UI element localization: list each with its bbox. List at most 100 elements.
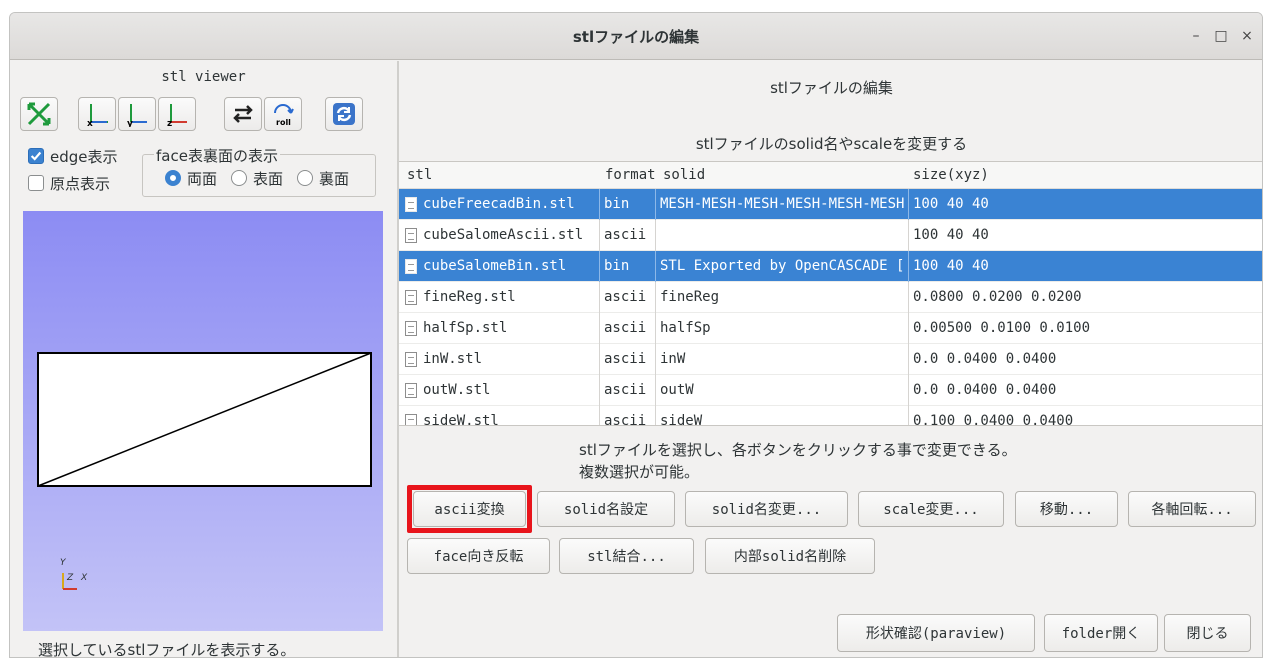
cell-stl: fineReg.stl bbox=[423, 289, 516, 305]
radio-back[interactable] bbox=[297, 170, 313, 186]
instruction-line-1: stlファイルを選択し、各ボタンをクリックする事で変更できる。 bbox=[579, 441, 1017, 459]
col-format[interactable]: format bbox=[605, 167, 656, 183]
stl-edit-panel: stlファイルの編集 stlファイルのsolid名やscaleを変更する stl… bbox=[399, 61, 1262, 657]
open-folder-button[interactable]: folder開く bbox=[1044, 614, 1158, 652]
edge-label: edge表示 bbox=[50, 148, 118, 166]
stl-join-button[interactable]: stl結合... bbox=[559, 538, 694, 574]
stl-shape-render bbox=[37, 352, 372, 590]
cell-solid: MESH-MESH-MESH-MESH-MESH-MESH bbox=[655, 189, 908, 220]
ascii-convert-button[interactable]: ascii変換 bbox=[413, 491, 526, 527]
edge-checkbox[interactable] bbox=[28, 148, 44, 164]
stl-viewer-panel: stl viewer x y z roll edge表示 原点表示 face表裏… bbox=[10, 61, 397, 658]
cell-size: 100 40 40 bbox=[908, 220, 1258, 251]
close-button[interactable]: 閉じる bbox=[1164, 614, 1251, 652]
radio-front-label: 表面 bbox=[253, 170, 284, 188]
radio-front[interactable] bbox=[231, 170, 247, 186]
table-row[interactable]: halfSp.stl ascii halfSp 0.00500 0.0100 0… bbox=[399, 313, 1262, 344]
viewer-footer: 選択しているstlファイルを表示する。 bbox=[38, 641, 296, 658]
face-group-label: face表裏面の表示 bbox=[154, 145, 280, 166]
instruction-line-2: 複数選択が可能。 bbox=[579, 463, 700, 481]
cell-solid: halfSp bbox=[655, 313, 908, 344]
cell-solid: STL Exported by OpenCASCADE [ bbox=[655, 251, 908, 282]
solid-name-set-button[interactable]: solid名設定 bbox=[537, 491, 675, 527]
file-icon bbox=[405, 197, 417, 212]
cell-stl: cubeSalomeAscii.stl bbox=[423, 227, 584, 243]
view-z-axis-button[interactable]: z bbox=[158, 97, 196, 131]
cell-size: 0.0 0.0400 0.0400 bbox=[908, 344, 1258, 375]
col-stl[interactable]: stl bbox=[407, 167, 432, 183]
scale-change-button[interactable]: scale変更... bbox=[858, 491, 1004, 527]
radio-back-label: 裏面 bbox=[319, 170, 350, 188]
refresh-icon bbox=[333, 103, 355, 125]
svg-text:x: x bbox=[87, 119, 93, 127]
cell-size: 0.00500 0.0100 0.0100 bbox=[908, 313, 1258, 344]
table-row[interactable]: inW.stl ascii inW 0.0 0.0400 0.0400 bbox=[399, 344, 1262, 375]
file-icon bbox=[405, 352, 417, 367]
file-icon bbox=[405, 290, 417, 305]
z-axis-icon: z bbox=[167, 104, 187, 127]
flip-face-button[interactable]: face向き反転 bbox=[407, 538, 550, 574]
cell-stl: cubeFreecadBin.stl bbox=[423, 196, 575, 212]
origin-label: 原点表示 bbox=[50, 175, 111, 193]
cell-format: ascii bbox=[599, 313, 655, 344]
maximize-button[interactable]: □ bbox=[1210, 25, 1232, 47]
cell-size: 0.0800 0.0200 0.0200 bbox=[908, 282, 1258, 313]
y-axis-icon: y bbox=[127, 104, 147, 127]
table-row[interactable]: outW.stl ascii outW 0.0 0.0400 0.0400 bbox=[399, 375, 1262, 406]
file-icon bbox=[405, 321, 417, 336]
axis-y-label: Y bbox=[60, 558, 66, 568]
svg-text:roll: roll bbox=[276, 118, 291, 127]
svg-text:z: z bbox=[167, 119, 172, 127]
swap-view-button[interactable] bbox=[224, 97, 262, 131]
radio-both[interactable] bbox=[165, 170, 181, 186]
table-row[interactable]: cubeFreecadBin.stl bin MESH-MESH-MESH-ME… bbox=[399, 189, 1262, 220]
cell-size: 100 40 40 bbox=[908, 251, 1258, 282]
cell-solid: fineReg bbox=[655, 282, 908, 313]
rotate-axes-button[interactable]: 各軸回転... bbox=[1128, 491, 1256, 527]
file-icon bbox=[405, 414, 417, 425]
cell-solid bbox=[655, 220, 908, 251]
reload-button[interactable] bbox=[325, 97, 363, 131]
stl-table[interactable]: stl format solid size(xyz) cubeFreecadBi… bbox=[399, 161, 1262, 426]
solid-name-change-button[interactable]: solid名変更... bbox=[685, 491, 848, 527]
window-title: stlファイルの編集 bbox=[572, 28, 700, 46]
3d-viewport[interactable]: Y Z X bbox=[23, 211, 383, 631]
cell-solid: outW bbox=[655, 375, 908, 406]
col-size[interactable]: size(xyz) bbox=[913, 167, 989, 183]
file-icon bbox=[405, 228, 417, 243]
cell-stl: outW.stl bbox=[423, 382, 491, 398]
x-axis-icon: x bbox=[87, 104, 108, 127]
cell-size: 0.0 0.0400 0.0400 bbox=[908, 375, 1258, 406]
radio-both-label: 両面 bbox=[187, 170, 218, 188]
view-y-axis-button[interactable]: y bbox=[118, 97, 156, 131]
cell-stl: inW.stl bbox=[423, 351, 483, 367]
origin-checkbox[interactable] bbox=[28, 175, 44, 191]
file-icon bbox=[405, 383, 417, 398]
close-window-button[interactable]: × bbox=[1236, 25, 1258, 47]
cell-format: ascii bbox=[599, 406, 655, 425]
fit-view-button[interactable] bbox=[20, 97, 58, 131]
cell-stl: halfSp.stl bbox=[423, 320, 508, 336]
col-solid[interactable]: solid bbox=[663, 167, 705, 183]
table-header: stl format solid size(xyz) bbox=[399, 162, 1262, 189]
roll-icon: roll bbox=[274, 104, 294, 127]
cell-format: bin bbox=[599, 189, 655, 220]
roll-view-button[interactable]: roll bbox=[264, 97, 302, 131]
table-row[interactable]: fineReg.stl ascii fineReg 0.0800 0.0200 … bbox=[399, 282, 1262, 313]
paraview-button[interactable]: 形状確認(paraview) bbox=[837, 614, 1035, 652]
view-x-axis-button[interactable]: x bbox=[78, 97, 116, 131]
table-row[interactable]: cubeSalomeAscii.stl ascii 100 40 40 bbox=[399, 220, 1262, 251]
axis-z-label: Z bbox=[67, 573, 74, 583]
cell-stl: cubeSalomeBin.stl bbox=[423, 258, 567, 274]
cell-format: bin bbox=[599, 251, 655, 282]
cell-stl: sideW.stl bbox=[423, 413, 499, 426]
cell-format: ascii bbox=[599, 375, 655, 406]
title-bar: stlファイルの編集 – □ × bbox=[10, 13, 1262, 60]
check-icon bbox=[30, 151, 42, 161]
fit-arrows-icon bbox=[27, 102, 51, 126]
move-button[interactable]: 移動... bbox=[1015, 491, 1118, 527]
remove-inner-solid-button[interactable]: 内部solid名削除 bbox=[705, 538, 875, 574]
table-row[interactable]: sideW.stl ascii sideW 0.100 0.0400 0.040… bbox=[399, 406, 1262, 426]
table-row[interactable]: cubeSalomeBin.stl bin STL Exported by Op… bbox=[399, 251, 1262, 282]
minimize-button[interactable]: – bbox=[1185, 25, 1207, 47]
